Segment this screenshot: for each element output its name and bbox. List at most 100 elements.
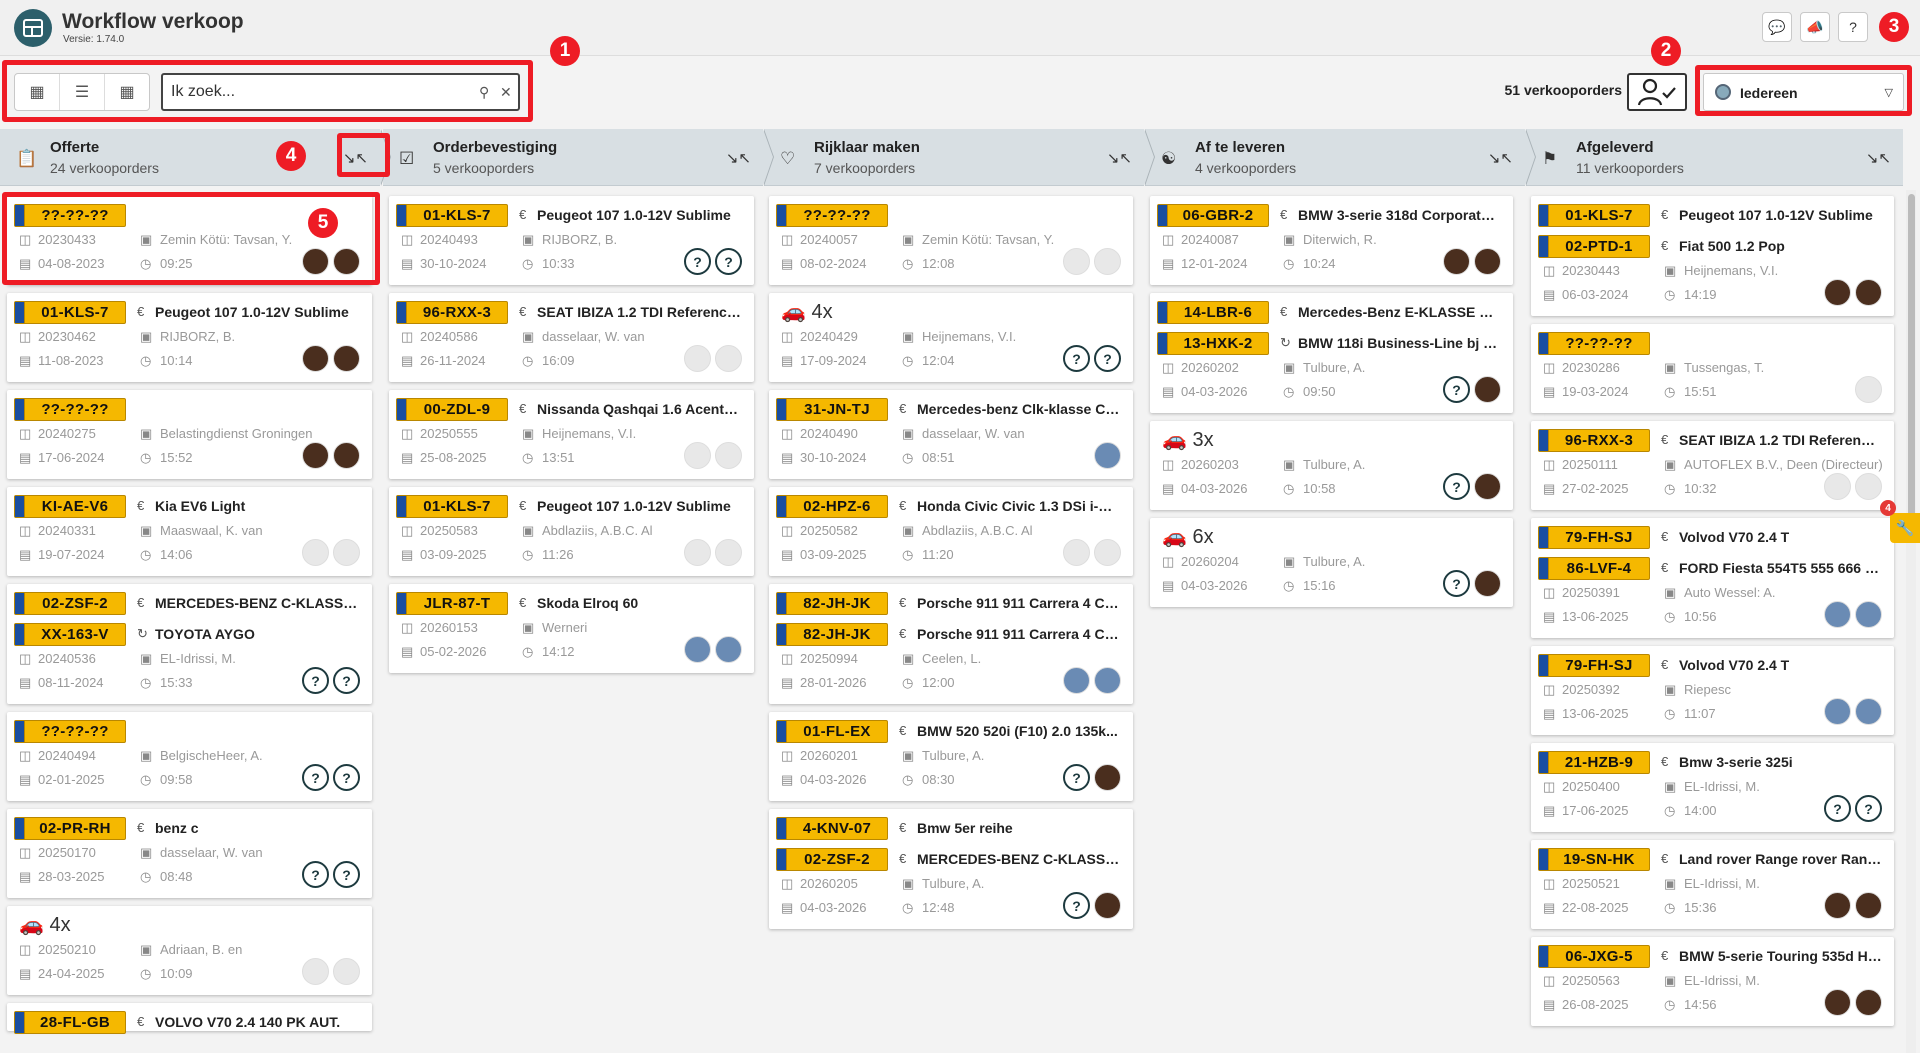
avatar[interactable] <box>1855 601 1882 628</box>
grid-view-button[interactable]: ▦ <box>105 74 149 110</box>
order-card[interactable]: 01-KLS-7 € Peugeot 107 1.0-12V Sublime ◫ 202… <box>389 487 754 576</box>
avatar[interactable]: ? <box>1443 473 1470 500</box>
avatar[interactable] <box>715 539 742 566</box>
avatar[interactable] <box>1824 279 1851 306</box>
order-card[interactable]: ??-??-?? ◫ 20240275 ▣ Belastingdienst Gronin… <box>7 390 372 479</box>
avatar[interactable]: ? <box>1063 764 1090 791</box>
avatar[interactable]: ? <box>333 764 360 791</box>
avatar[interactable] <box>333 345 360 372</box>
avatar[interactable]: ? <box>1094 345 1121 372</box>
order-card[interactable]: 28-FL-GB € VOLVO V70 2.4 140 PK AUT. <box>7 1003 372 1034</box>
order-card[interactable]: 01-FL-EX € BMW 520 520i (F10) 2.0 135k... ◫… <box>769 712 1133 801</box>
avatar[interactable] <box>684 345 711 372</box>
collapse-icon[interactable]: ↘↖ <box>1866 149 1891 167</box>
avatar[interactable] <box>715 345 742 372</box>
avatar[interactable] <box>1824 892 1851 919</box>
avatar[interactable]: ? <box>1443 376 1470 403</box>
avatar[interactable] <box>302 442 329 469</box>
avatar[interactable]: ? <box>333 861 360 888</box>
avatar[interactable] <box>1474 376 1501 403</box>
avatar[interactable] <box>1824 989 1851 1016</box>
order-card[interactable]: 01-KLS-7 € Peugeot 107 1.0-12V Sublime 02-P… <box>1531 196 1894 316</box>
order-card[interactable]: 00-ZDL-9 € Nissanda Qashqai 1.6 Acentaxs ◫ 2… <box>389 390 754 479</box>
order-card[interactable]: ??-??-?? ◫ 20240494 ▣ BelgischeHeer, A. ▤ 02-0… <box>7 712 372 801</box>
order-card[interactable]: 🚗 4x ◫ 20250210 ▣ Adriaan, B. en ▤ 24-04-2025 ◷… <box>7 906 372 995</box>
avatar[interactable] <box>1474 570 1501 597</box>
collapse-icon[interactable]: ↘↖ <box>1107 149 1132 167</box>
avatar[interactable] <box>1094 442 1121 469</box>
avatar[interactable] <box>715 442 742 469</box>
avatar[interactable] <box>302 958 329 985</box>
list-view-button[interactable]: ☰ <box>60 74 105 110</box>
avatar[interactable] <box>333 539 360 566</box>
order-card[interactable]: 79-FH-SJ € Volvod V70 2.4 T 86-LVF-4 € FORD F… <box>1531 518 1894 638</box>
avatar[interactable] <box>1063 667 1090 694</box>
help-icon[interactable]: ? <box>1838 12 1868 42</box>
avatar[interactable] <box>333 248 360 275</box>
avatar[interactable] <box>1094 764 1121 791</box>
avatar[interactable] <box>1094 667 1121 694</box>
avatar[interactable] <box>1855 473 1882 500</box>
avatar[interactable] <box>302 248 329 275</box>
order-card[interactable]: 96-RXX-3 € SEAT IBIZA 1.2 TDI Reference ..… <box>389 293 754 382</box>
order-card[interactable]: 02-ZSF-2 € MERCEDES-BENZ C-KLASSE C... XX-1… <box>7 584 372 704</box>
order-card[interactable]: 82-JH-JK € Porsche 911 911 Carrera 4 Co...… <box>769 584 1133 704</box>
avatar[interactable] <box>684 539 711 566</box>
avatar[interactable] <box>1094 539 1121 566</box>
avatar[interactable] <box>1474 473 1501 500</box>
avatar[interactable] <box>1094 892 1121 919</box>
order-card[interactable]: ??-??-?? ◫ 20230286 ▣ Tussengas, T. ▤ 19-03-20… <box>1531 324 1894 413</box>
avatar[interactable]: ? <box>1824 795 1851 822</box>
avatar[interactable] <box>1063 539 1090 566</box>
avatar[interactable] <box>1063 248 1090 275</box>
scrollbar-thumb[interactable] <box>1908 194 1915 524</box>
avatar[interactable] <box>684 636 711 663</box>
order-card[interactable]: 14-LBR-6 € Mercedes-Benz E-KLASSE Est... 13… <box>1150 293 1513 413</box>
order-card[interactable]: ??-??-?? ◫ 20240057 ▣ Zemin Kötü: Tavsan, Y.… <box>769 196 1133 285</box>
order-card[interactable]: 🚗 3x ◫ 20260203 ▣ Tulbure, A. ▤ 04-03-2026 ◷ 10:… <box>1150 421 1513 510</box>
avatar[interactable] <box>302 539 329 566</box>
board-view-button[interactable]: ▦ <box>15 74 60 110</box>
user-filter-dropdown[interactable]: Iedereen ▽ <box>1703 73 1904 111</box>
order-card[interactable]: 21-HZB-9 € Bmw 3-serie 325i ◫ 20250400 ▣ EL-Id… <box>1531 743 1894 832</box>
avatar[interactable]: ? <box>715 248 742 275</box>
order-card[interactable]: 79-FH-SJ € Volvod V70 2.4 T ◫ 20250392 ▣ Riepe… <box>1531 646 1894 735</box>
avatar[interactable] <box>1855 698 1882 725</box>
order-card[interactable]: 02-HPZ-6 € Honda Civic Civic 1.3 DSi i-VTE… <box>769 487 1133 576</box>
assign-user-button[interactable] <box>1627 73 1687 111</box>
avatar[interactable] <box>333 442 360 469</box>
avatar[interactable]: ? <box>333 667 360 694</box>
order-card[interactable]: 96-RXX-3 € SEAT IBIZA 1.2 TDI Reference ..… <box>1531 421 1894 510</box>
order-card[interactable]: KI-AE-V6 € Kia EV6 Light ◫ 20240331 ▣ Maaswaal… <box>7 487 372 576</box>
order-card[interactable]: 🚗 4x ◫ 20240429 ▣ Heijnemans, V.I. ▤ 17-09-202… <box>769 293 1133 382</box>
order-card[interactable]: 02-PR-RH € benz c ◫ 20250170 ▣ dasselaar, W. v… <box>7 809 372 898</box>
order-card[interactable]: 01-KLS-7 € Peugeot 107 1.0-12V Sublime ◫ 202… <box>7 293 372 382</box>
avatar[interactable] <box>1094 248 1121 275</box>
avatar[interactable]: ? <box>1063 892 1090 919</box>
megaphone-icon[interactable]: 📣 <box>1800 12 1830 42</box>
search-icon[interactable]: ⚲ <box>479 84 489 101</box>
avatar[interactable]: ? <box>1443 570 1470 597</box>
avatar[interactable] <box>1855 376 1882 403</box>
avatar[interactable] <box>1824 698 1851 725</box>
avatar[interactable]: ? <box>1855 795 1882 822</box>
avatar[interactable] <box>1474 248 1501 275</box>
clear-icon[interactable]: ✕ <box>500 84 512 101</box>
avatar[interactable]: ? <box>302 667 329 694</box>
avatar[interactable]: ? <box>1063 345 1090 372</box>
order-card[interactable]: 06-GBR-2 € BMW 3-serie 318d Corporate L...… <box>1150 196 1513 285</box>
avatar[interactable] <box>1824 473 1851 500</box>
avatar[interactable] <box>684 442 711 469</box>
wrench-icon[interactable]: 🔧 <box>1890 513 1920 543</box>
avatar[interactable] <box>715 636 742 663</box>
avatar[interactable] <box>1443 248 1470 275</box>
avatar[interactable] <box>1855 892 1882 919</box>
collapse-icon[interactable]: ↘↖ <box>343 149 368 167</box>
order-card[interactable]: 31-JN-TJ € Mercedes-benz Clk-klasse CL... ◫… <box>769 390 1133 479</box>
order-card[interactable]: 06-JXG-5 € BMW 5-serie Touring 535d Hig...… <box>1531 937 1894 1026</box>
search-input[interactable] <box>163 75 463 109</box>
avatar[interactable] <box>302 345 329 372</box>
collapse-icon[interactable]: ↘↖ <box>726 149 751 167</box>
order-card[interactable]: 01-KLS-7 € Peugeot 107 1.0-12V Sublime ◫ 202… <box>389 196 754 285</box>
collapse-icon[interactable]: ↘↖ <box>1488 149 1513 167</box>
